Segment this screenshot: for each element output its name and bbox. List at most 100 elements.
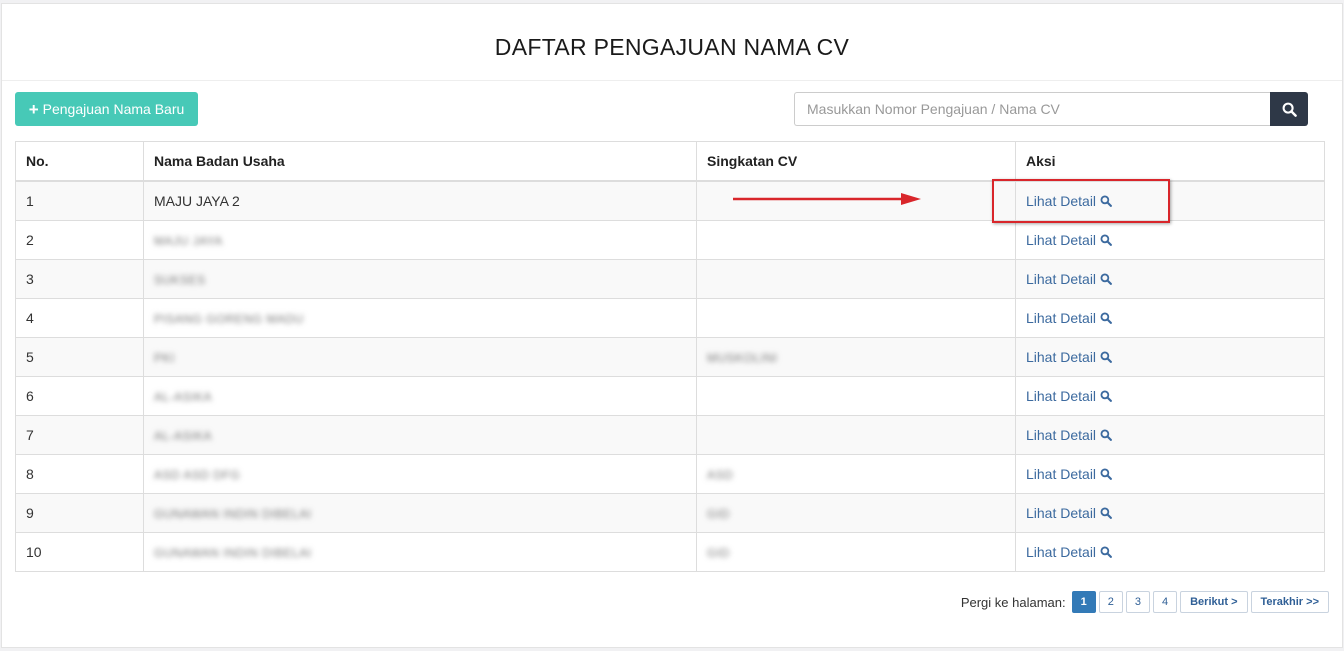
row-number: 2 — [26, 232, 34, 248]
magnifier-icon — [1100, 273, 1112, 285]
cv-abbreviation: ASD — [707, 468, 734, 482]
cell-no: 3 — [15, 259, 144, 299]
cv-abbreviation: GID — [707, 546, 730, 560]
cell-name: MAJU JAYA — [143, 220, 697, 260]
table-row: 4 PISANG GORENG MADU Lihat Detail — [15, 298, 1325, 338]
cell-no: 1 — [15, 180, 144, 221]
cell-no: 4 — [15, 298, 144, 338]
page-button-4[interactable]: 4 — [1152, 591, 1178, 613]
magnifier-icon — [1100, 351, 1112, 363]
cell-abbr — [696, 415, 1016, 455]
cell-abbr — [696, 376, 1016, 416]
business-name: ASD ASD DFG — [154, 468, 241, 482]
last-page-button[interactable]: Terakhir >> — [1250, 591, 1329, 613]
page-button-2[interactable]: 2 — [1098, 591, 1123, 613]
header-action: Aksi — [1015, 141, 1325, 182]
business-name: GUNAWAN INDIN DIBELAI — [154, 507, 312, 521]
row-number: 1 — [26, 193, 34, 209]
cell-action: Lihat Detail — [1015, 415, 1325, 455]
cell-name: SUKSES — [143, 259, 697, 299]
table-row: 10 GUNAWAN INDIN DIBELAI GID Lihat Detail — [15, 532, 1325, 572]
view-detail-label: Lihat Detail — [1026, 505, 1097, 521]
cell-name: PKI — [143, 337, 697, 377]
cell-no: 6 — [15, 376, 144, 416]
business-name: AL-ASIKA — [154, 390, 213, 404]
cv-abbreviation: MUSKOLINI — [707, 351, 778, 365]
cell-name: ASD ASD DFG — [143, 454, 697, 494]
new-submission-label: Pengajuan Nama Baru — [42, 101, 185, 117]
magnifier-icon — [1100, 546, 1112, 558]
magnifier-icon — [1100, 234, 1112, 246]
page-button-3[interactable]: 3 — [1125, 591, 1150, 613]
page-button-1[interactable]: 1 — [1071, 591, 1096, 613]
row-number: 9 — [26, 505, 34, 521]
cell-no: 2 — [15, 220, 144, 260]
row-number: 4 — [26, 310, 34, 326]
cell-name: GUNAWAN INDIN DIBELAI — [143, 493, 697, 533]
next-page-button[interactable]: Berikut > — [1180, 591, 1248, 613]
business-name: MAJU JAYA — [154, 234, 223, 248]
table-header-row: No. Nama Badan Usaha Singkatan CV Aksi — [15, 141, 1325, 182]
magnifier-icon — [1100, 312, 1112, 324]
business-name: GUNAWAN INDIN DIBELAI — [154, 546, 312, 560]
view-detail-link[interactable]: Lihat Detail — [1026, 544, 1112, 560]
view-detail-label: Lihat Detail — [1026, 310, 1097, 326]
page-title: DAFTAR PENGAJUAN NAMA CV — [494, 33, 850, 60]
view-detail-label: Lihat Detail — [1026, 544, 1097, 560]
view-detail-link[interactable]: Lihat Detail — [1026, 466, 1112, 482]
cell-no: 7 — [15, 415, 144, 455]
search-button[interactable] — [1270, 92, 1308, 126]
view-detail-label: Lihat Detail — [1026, 388, 1097, 404]
view-detail-label: Lihat Detail — [1026, 232, 1097, 248]
magnifier-icon — [1100, 429, 1112, 441]
business-name: PISANG GORENG MADU — [154, 312, 304, 326]
view-detail-link[interactable]: Lihat Detail — [1026, 427, 1112, 443]
cell-name: MAJU JAYA 2 — [143, 180, 697, 221]
table-row: 7 AL-ASIKA Lihat Detail — [15, 415, 1325, 455]
cell-abbr — [696, 298, 1016, 338]
cell-action: Lihat Detail — [1015, 298, 1325, 338]
cell-name: GUNAWAN INDIN DIBELAI — [143, 532, 697, 572]
annotation-arrow — [733, 193, 921, 205]
cell-abbr — [696, 259, 1016, 299]
header-abbr: Singkatan CV — [696, 141, 1016, 182]
table-row: 2 MAJU JAYA Lihat Detail — [15, 220, 1325, 260]
cell-no: 9 — [15, 493, 144, 533]
view-detail-link[interactable]: Lihat Detail — [1026, 310, 1112, 326]
row-number: 6 — [26, 388, 34, 404]
view-detail-link[interactable]: Lihat Detail — [1026, 271, 1112, 287]
search-icon — [1282, 102, 1297, 117]
row-number: 3 — [26, 271, 34, 287]
view-detail-link[interactable]: Lihat Detail — [1026, 232, 1112, 248]
header-no: No. — [15, 141, 144, 182]
pagination-label: Pergi ke halaman: — [960, 594, 1066, 610]
magnifier-icon — [1100, 468, 1112, 480]
view-detail-link[interactable]: Lihat Detail — [1026, 505, 1112, 521]
business-name: AL-ASIKA — [154, 429, 213, 443]
business-name: MAJU JAYA 2 — [154, 193, 240, 209]
view-detail-label: Lihat Detail — [1026, 466, 1097, 482]
cell-abbr: MUSKOLINI — [696, 337, 1016, 377]
table-row: 5 PKI MUSKOLINI Lihat Detail — [15, 337, 1325, 377]
cell-action: Lihat Detail — [1015, 259, 1325, 299]
table-body: 1 MAJU JAYA 2 Lihat Detail 2 MAJU JAYA Lihat … — [15, 180, 1325, 572]
annotation-highlight-box — [992, 179, 1170, 223]
view-detail-label: Lihat Detail — [1026, 427, 1097, 443]
cell-name: AL-ASIKA — [143, 376, 697, 416]
plus-icon: + — [28, 99, 39, 119]
search-input[interactable] — [794, 92, 1270, 126]
row-number: 8 — [26, 466, 34, 482]
cell-action: Lihat Detail — [1015, 376, 1325, 416]
cell-abbr: GID — [696, 493, 1016, 533]
cell-abbr — [696, 220, 1016, 260]
new-submission-button[interactable]: + Pengajuan Nama Baru — [15, 92, 198, 126]
search-bar — [794, 92, 1308, 126]
business-name: SUKSES — [154, 273, 206, 287]
cell-action: Lihat Detail — [1015, 337, 1325, 377]
cell-no: 8 — [15, 454, 144, 494]
table-row: 9 GUNAWAN INDIN DIBELAI GID Lihat Detail — [15, 493, 1325, 533]
magnifier-icon — [1100, 390, 1112, 402]
view-detail-link[interactable]: Lihat Detail — [1026, 388, 1112, 404]
view-detail-link[interactable]: Lihat Detail — [1026, 349, 1112, 365]
cell-action: Lihat Detail — [1015, 454, 1325, 494]
